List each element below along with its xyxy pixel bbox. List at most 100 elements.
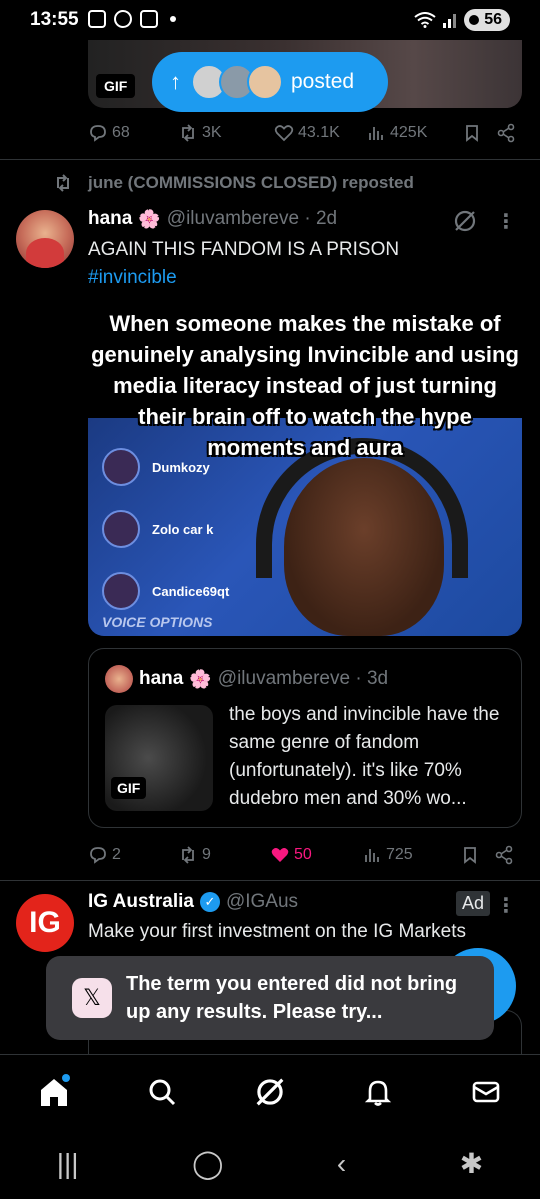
view-count: 725 bbox=[386, 846, 413, 863]
heart-filled-icon bbox=[271, 848, 289, 862]
repost-button[interactable]: 9 bbox=[178, 845, 270, 865]
new-posts-pill[interactable]: ↑ posted bbox=[152, 52, 388, 112]
tweet-actions: 2 9 50 725 bbox=[88, 840, 522, 870]
heart-icon bbox=[274, 125, 294, 142]
ig-logo-avatar[interactable]: IG bbox=[16, 894, 74, 952]
repost-icon bbox=[57, 174, 69, 192]
posted-label: posted bbox=[291, 70, 355, 93]
quote-text: the boys and invincible have the same ge… bbox=[229, 704, 500, 809]
quote-thumbnail: GIF bbox=[105, 705, 213, 811]
game-controller-icon bbox=[140, 10, 158, 28]
repost-count: 3K bbox=[202, 124, 222, 141]
tweet-text: AGAIN THIS FANDOM IS A PRISON #invincibl… bbox=[88, 236, 518, 292]
like-button[interactable]: 43.1K bbox=[274, 123, 366, 143]
avatar bbox=[105, 665, 133, 693]
ad-tweet-header: IG Australia ✓ @IGAus bbox=[88, 891, 298, 913]
reply-count: 2 bbox=[112, 846, 121, 863]
status-bar: 13:55 56 bbox=[0, 0, 540, 40]
player-name: Candice69qt bbox=[152, 583, 230, 599]
quote-author-name: hana bbox=[139, 668, 184, 689]
home-button[interactable]: ◯ bbox=[192, 1147, 223, 1180]
more-options-icon[interactable]: ⋮ bbox=[496, 212, 516, 232]
repost-icon bbox=[182, 124, 194, 142]
accessibility-icon[interactable]: ✱ bbox=[460, 1147, 483, 1180]
mail-icon bbox=[472, 1081, 500, 1102]
bookmark-icon[interactable] bbox=[462, 123, 482, 143]
bell-icon bbox=[364, 1080, 392, 1106]
reply-count: 68 bbox=[112, 124, 130, 141]
screenshot-icon bbox=[88, 10, 106, 28]
like-button[interactable]: 50 bbox=[270, 845, 362, 865]
meme-caption: When someone makes the mistake of genuin… bbox=[91, 311, 519, 460]
avatar bbox=[102, 510, 140, 548]
views-icon bbox=[369, 127, 383, 140]
author-name[interactable]: hana bbox=[88, 208, 132, 230]
like-count: 43.1K bbox=[298, 124, 340, 141]
repost-banner[interactable]: june (COMMISSIONS CLOSED) reposted bbox=[52, 173, 414, 193]
flower-icon: 🌸 bbox=[189, 668, 212, 689]
views-icon bbox=[365, 849, 379, 862]
ad-badge: Ad bbox=[456, 891, 491, 916]
toast-message: The term you entered did not bring up an… bbox=[126, 973, 458, 1023]
voice-player-row: Zolo car k bbox=[102, 510, 213, 548]
verified-badge-icon: ✓ bbox=[199, 892, 220, 912]
repost-button[interactable]: 3K bbox=[178, 123, 274, 143]
nav-notifications[interactable] bbox=[358, 1072, 398, 1112]
voice-options-label: VOICE OPTIONS bbox=[102, 614, 213, 630]
grok-icon bbox=[256, 1078, 284, 1105]
arrow-up-icon: ↑ bbox=[170, 69, 181, 94]
views-button[interactable]: 725 bbox=[362, 845, 460, 865]
flower-icon: 🌸 bbox=[138, 208, 161, 229]
more-notifications-dot-icon bbox=[170, 16, 176, 22]
author-handle[interactable]: @IGAus bbox=[226, 891, 298, 913]
status-time: 13:55 bbox=[30, 9, 79, 30]
nav-search[interactable] bbox=[142, 1072, 182, 1112]
views-button[interactable]: 425K bbox=[366, 123, 456, 143]
back-button[interactable]: ‹ bbox=[337, 1148, 346, 1180]
divider bbox=[0, 880, 540, 881]
author-handle[interactable]: @iluvambereve · 2d bbox=[167, 208, 337, 230]
error-toast: 𝕏 The term you entered did not bring up … bbox=[46, 956, 494, 1040]
status-notification-icons bbox=[88, 10, 176, 28]
avatar[interactable] bbox=[16, 210, 74, 268]
nav-grok[interactable] bbox=[250, 1072, 290, 1112]
gif-badge: GIF bbox=[111, 777, 147, 799]
new-content-dot bbox=[62, 1073, 70, 1082]
bookmark-icon[interactable] bbox=[460, 845, 480, 865]
author-name[interactable]: IG Australia bbox=[88, 891, 194, 913]
nav-home[interactable] bbox=[34, 1072, 74, 1112]
reply-icon bbox=[90, 847, 106, 864]
gif-badge: GIF bbox=[96, 74, 136, 98]
like-count: 50 bbox=[294, 846, 312, 863]
x-logo-icon: 𝕏 bbox=[72, 978, 112, 1018]
reply-button[interactable]: 2 bbox=[88, 845, 178, 865]
signal-icon bbox=[443, 14, 457, 28]
reply-icon bbox=[90, 125, 106, 142]
quoted-tweet-card[interactable]: hana 🌸 @iluvambereve · 3d GIF the boys a… bbox=[88, 648, 522, 828]
share-icon[interactable] bbox=[494, 845, 514, 865]
tweet-media-image[interactable]: Dumkozy Zolo car k Candice69qt VOICE OPT… bbox=[88, 300, 522, 636]
share-icon[interactable] bbox=[496, 123, 516, 143]
grok-icon[interactable] bbox=[452, 208, 478, 234]
voice-player-row: Candice69qt bbox=[102, 572, 229, 610]
reply-button[interactable]: 68 bbox=[88, 123, 178, 143]
nav-messages[interactable] bbox=[466, 1072, 506, 1112]
more-options-icon[interactable]: ⋮ bbox=[496, 896, 516, 916]
face-shape bbox=[284, 458, 444, 636]
divider bbox=[0, 159, 540, 160]
status-system-icons: 56 bbox=[414, 9, 510, 31]
recents-button[interactable]: ||| bbox=[57, 1148, 79, 1180]
tweet-body: AGAIN THIS FANDOM IS A PRISON bbox=[88, 239, 400, 260]
wifi-icon bbox=[414, 12, 436, 28]
system-navigation: ||| ◯ ‹ ✱ bbox=[0, 1128, 540, 1199]
search-icon bbox=[149, 1079, 176, 1105]
hashtag-link[interactable]: #invincible bbox=[88, 264, 518, 292]
ad-tweet-text: Make your first investment on the IG Mar… bbox=[88, 921, 467, 942]
repost-banner-text: june (COMMISSIONS CLOSED) reposted bbox=[88, 173, 414, 192]
battery-indicator: 56 bbox=[464, 9, 510, 31]
player-name: Zolo car k bbox=[152, 521, 214, 537]
quote-header: hana 🌸 @iluvambereve · 3d bbox=[105, 665, 388, 693]
instagram-icon bbox=[114, 10, 132, 28]
avatar bbox=[247, 64, 283, 100]
quote-author-handle: @iluvambereve · 3d bbox=[217, 668, 389, 689]
